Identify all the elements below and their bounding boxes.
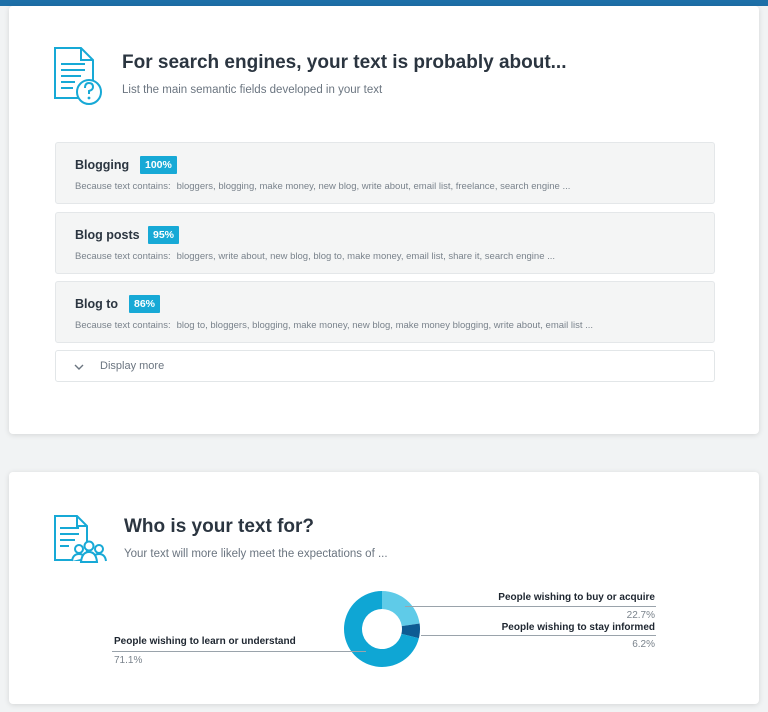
keyword-list: bloggers, blogging, make money, new blog…: [176, 181, 571, 192]
semantic-subtitle: List the main semantic fields developed …: [122, 84, 383, 96]
field-percent-badge: 95%: [148, 226, 180, 244]
keyword-list: blog to, bloggers, blogging, make money,…: [176, 320, 594, 331]
semantic-field-item: Blog to 86% Because text contains: blog t…: [55, 281, 715, 343]
semantic-field-item: Blog posts 95% Because text contains: blo…: [55, 212, 715, 274]
keyword-list: bloggers, write about, new blog, blog to…: [176, 251, 556, 262]
chevron-down-icon: [74, 364, 84, 370]
segment-label-learn: People wishing to learn or understand: [114, 636, 296, 647]
field-name: Blog to: [75, 297, 119, 311]
because-label: Because text contains:: [75, 320, 171, 331]
field-name: Blog posts: [75, 228, 140, 242]
leader-line-informed: [421, 635, 656, 636]
audience-subtitle: Your text will more likely meet the expe…: [124, 548, 388, 560]
segment-label-informed: People wishing to stay informed: [501, 622, 655, 633]
semantic-fields-card: For search engines, your text is probabl…: [9, 6, 759, 434]
semantic-title: For search engines, your text is probabl…: [122, 52, 567, 73]
semantic-field-item: Blogging 100% Because text contains: blog…: [55, 142, 715, 204]
segment-label-buy: People wishing to buy or acquire: [498, 592, 655, 603]
audience-donut-chart: [344, 591, 420, 667]
display-more-button[interactable]: Display more: [55, 350, 715, 382]
field-name: Blogging: [75, 158, 130, 172]
leader-line-buy: [405, 606, 656, 607]
segment-value-learn: 71.1%: [114, 655, 143, 666]
audience-title: Who is your text for?: [124, 516, 314, 537]
segment-value-buy: 22.7%: [626, 610, 655, 621]
field-keywords: Because text contains: blog to, bloggers,…: [75, 320, 593, 331]
audience-card: Who is your text for? Your text will mor…: [9, 472, 759, 704]
donut-slice-buy: [382, 591, 420, 627]
document-people-icon: [51, 514, 109, 564]
field-keywords: Because text contains: bloggers, write ab…: [75, 251, 555, 262]
display-more-label: Display more: [100, 360, 165, 372]
because-label: Because text contains:: [75, 181, 171, 192]
segment-value-informed: 6.2%: [632, 639, 655, 650]
leader-line-learn: [112, 651, 366, 652]
document-question-icon: [51, 46, 109, 108]
field-keywords: Because text contains: bloggers, blogging…: [75, 181, 570, 192]
field-percent-badge: 86%: [129, 295, 161, 313]
field-percent-badge: 100%: [140, 156, 177, 174]
because-label: Because text contains:: [75, 251, 171, 262]
